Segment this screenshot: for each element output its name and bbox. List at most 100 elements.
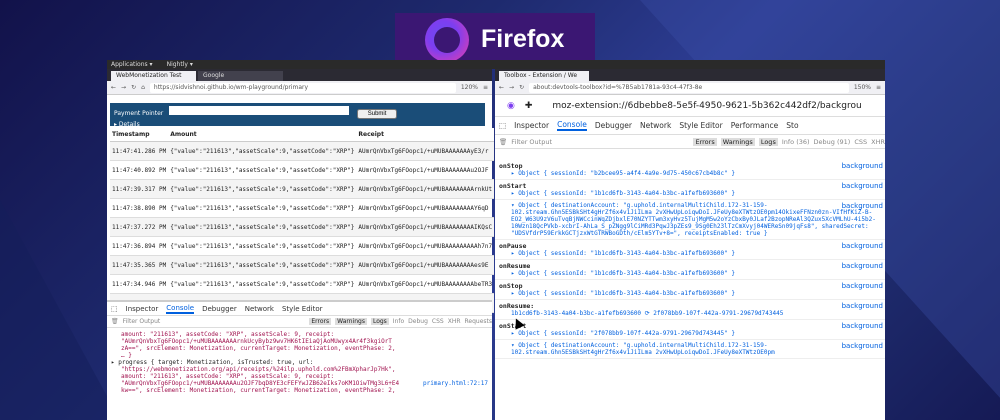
cell-timestamp: 11:47:38.890 PM xyxy=(110,198,169,218)
log-object[interactable]: 1b1cd6fb-3143-4a04-b3bc-a1fefb693600 ⟳ 2… xyxy=(499,310,881,317)
chip-logs[interactable]: Logs xyxy=(758,137,778,146)
log-entry: onStop background ▸ Object { sessionId: "b… xyxy=(495,160,885,180)
console-line: … } xyxy=(121,352,132,359)
tab-storage[interactable]: Sto xyxy=(786,121,798,130)
pick-icon[interactable]: ⬚ xyxy=(111,305,118,313)
log-object[interactable]: ▸ Object { sessionId: "1b1cd6fb-3143-4a0… xyxy=(499,290,881,297)
back-icon[interactable]: ← xyxy=(499,84,504,91)
console-source-link[interactable]: primary.html:72:17 xyxy=(423,380,488,387)
pointer-label: Payment Pointer xyxy=(114,110,164,117)
back-icon[interactable]: ← xyxy=(111,84,116,91)
home-icon[interactable]: ⌂ xyxy=(141,84,145,91)
tab-style-editor[interactable]: Style Editor xyxy=(679,121,722,130)
chip-requests[interactable]: Requests xyxy=(465,318,493,325)
zoom-level[interactable]: 150% xyxy=(854,84,871,91)
console-line: "https://webmonetization.org/api/receipt… xyxy=(121,366,396,373)
chip-errors[interactable]: Errors xyxy=(309,318,332,325)
col-receipt: Receipt xyxy=(356,128,495,142)
log-object[interactable]: ▸ Object { sessionId: "b2bcee95-a4f4-4a9… xyxy=(499,170,881,177)
table-row: 11:47:39.317 PM {"value":"211613","assetS… xyxy=(110,179,495,199)
trash-icon[interactable]: 🗑 xyxy=(111,318,119,325)
filter-input[interactable]: Filter Output xyxy=(123,318,306,325)
console-line: amount: "211613", assetCode: "XRP", asse… xyxy=(121,331,335,338)
devtools-toolbar: ⬚ Inspector Console Debugger Network Sty… xyxy=(495,117,885,135)
table-row: 11:47:36.894 PM {"value":"211613","assetS… xyxy=(110,236,495,256)
tab-console[interactable]: Console xyxy=(166,304,195,314)
chip-errors[interactable]: Errors xyxy=(693,137,717,146)
tab-style-editor[interactable]: Style Editor xyxy=(282,305,323,313)
tab-inspector[interactable]: Inspector xyxy=(514,121,549,130)
log-source-link[interactable]: background xyxy=(842,182,883,190)
log-source-link[interactable]: background xyxy=(842,282,883,290)
reload-icon[interactable]: ↻ xyxy=(519,84,524,91)
log-label: onStop xyxy=(499,282,523,290)
chip-warnings[interactable]: Warnings xyxy=(720,137,755,146)
cell-receipt: AUmrQnVbxTg6FOopc1/+uMUBAAAAAAAu2OJF xyxy=(356,160,495,180)
log-object[interactable]: ▸ Object { sessionId: "1b1cd6fb-3143-4a0… xyxy=(499,190,881,197)
zoom-level[interactable]: 120% xyxy=(461,84,478,91)
url-input[interactable]: about:devtools-toolbox?id=%7B5ab1781a-93… xyxy=(529,82,849,93)
forward-icon[interactable]: → xyxy=(509,84,514,91)
tab-console[interactable]: Console xyxy=(557,120,587,131)
tab-performance[interactable]: Performance xyxy=(731,121,779,130)
forward-icon[interactable]: → xyxy=(121,84,126,91)
log-object[interactable]: ▾ Object { destinationAccount: "g.uphold… xyxy=(499,202,881,237)
extension-console-output: onStop background ▸ Object { sessionId: "b… xyxy=(495,160,885,420)
log-source-link[interactable]: background xyxy=(842,162,883,170)
chip-css[interactable]: CSS xyxy=(854,138,867,146)
cell-receipt: AUmrQnVbxTg6FOopc1/+uMUBAAAAAAAAbeTR3 xyxy=(356,274,495,294)
chip-debug[interactable]: Debug xyxy=(408,318,428,325)
left-devtools: ⬚ Inspector Console Debugger Network Sty… xyxy=(107,300,492,420)
log-object[interactable]: ▸ Object { sessionId: "1b1cd6fb-3143-4a0… xyxy=(499,270,881,277)
filter-input[interactable]: Filter Output xyxy=(511,138,689,146)
tab-strip: Toolbox - Extension / We xyxy=(495,69,885,81)
cell-receipt: AUmrQnVbxTg6FOopc1/+uMUBAAAAAAAAY6qD xyxy=(356,198,495,218)
cell-amount: {"value":"211613","assetScale":9,"assetC… xyxy=(168,141,357,161)
chip-debug[interactable]: Debug (91) xyxy=(814,138,851,146)
chip-logs[interactable]: Logs xyxy=(370,318,389,325)
tab-network[interactable]: Network xyxy=(245,305,274,313)
applications-menu[interactable]: Applications ▾ xyxy=(111,61,153,68)
chip-info[interactable]: Info xyxy=(393,318,404,325)
details-toggle[interactable]: ▸ Details xyxy=(114,121,481,128)
log-source-link[interactable]: background xyxy=(842,242,883,250)
submit-button[interactable]: Submit xyxy=(357,109,398,119)
tab-debugger[interactable]: Debugger xyxy=(202,305,237,313)
log-object[interactable]: ▸ Object { sessionId: "1b1cd6fb-3143-4a0… xyxy=(499,250,881,257)
table-row: 11:47:37.272 PM {"value":"211613","assetS… xyxy=(110,217,495,237)
log-source-link[interactable]: background xyxy=(842,262,883,270)
tab-google[interactable]: Google xyxy=(198,71,283,81)
log-source-link[interactable]: background xyxy=(842,302,883,310)
menu-icon[interactable]: ≡ xyxy=(876,84,881,91)
console-filter-bar: 🗑 Filter Output Errors Warnings Logs Inf… xyxy=(107,316,492,328)
cell-receipt: AUmrQnVbxTg6FOopc1/+uMUBAAAAAAAAAh7n7 xyxy=(356,236,495,256)
chip-xhr[interactable]: XHR xyxy=(448,318,461,325)
log-object[interactable]: ▾ Object { destinationAccount: "g.uphold… xyxy=(499,342,881,356)
tab-network[interactable]: Network xyxy=(640,121,671,130)
monetization-table: Timestamp Amount Receipt 11:47:41.286 PM… xyxy=(110,128,495,313)
log-label: onPause xyxy=(499,242,527,250)
tab-debugger[interactable]: Debugger xyxy=(595,121,632,130)
chip-warnings[interactable]: Warnings xyxy=(335,318,367,325)
cell-timestamp: 11:47:34.946 PM xyxy=(110,274,169,294)
payment-pointer-input[interactable] xyxy=(169,106,350,115)
reload-icon[interactable]: ↻ xyxy=(131,84,136,91)
col-amount: Amount xyxy=(168,128,357,142)
log-source-link[interactable]: background xyxy=(842,202,883,210)
menu-icon[interactable]: ≡ xyxy=(483,84,488,91)
chip-css[interactable]: CSS xyxy=(432,318,444,325)
trash-icon[interactable]: 🗑 xyxy=(499,138,507,146)
log-source-link[interactable]: background xyxy=(842,322,883,330)
payment-form: Payment Pointer Submit ▸ Details xyxy=(110,103,485,128)
url-input[interactable]: https://sidvishnoi.github.io/wm-playgrou… xyxy=(149,82,456,93)
brand-name: Firefox xyxy=(481,25,565,53)
tab-inspector[interactable]: Inspector xyxy=(126,305,159,313)
tab-webmonetization[interactable]: WebMonetization Test xyxy=(111,71,196,81)
chip-xhr[interactable]: XHR xyxy=(871,138,885,146)
nightly-menu[interactable]: Nightly ▾ xyxy=(167,61,193,68)
log-source-link[interactable]: background xyxy=(842,342,883,350)
pick-icon[interactable]: ⬚ xyxy=(499,121,506,130)
log-object[interactable]: ▸ Object { sessionId: "2f078bb9-107f-442… xyxy=(499,330,881,337)
tab-toolbox[interactable]: Toolbox - Extension / We xyxy=(499,71,589,81)
chip-info[interactable]: Info (36) xyxy=(782,138,810,146)
